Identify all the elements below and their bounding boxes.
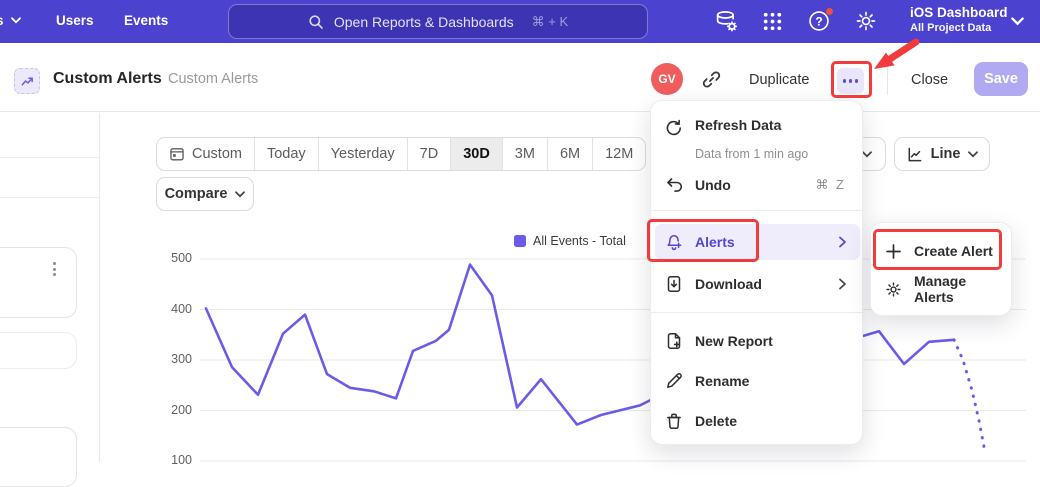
header-divider [887,63,888,95]
help-icon[interactable]: ? [807,9,832,34]
compare-button[interactable]: Compare [156,177,254,211]
undo-shortcut: ⌘ Z [815,177,846,193]
new-report-icon [665,332,683,350]
date-range-label: Custom [192,146,242,162]
report-header: Custom Alerts Custom Alerts GV Duplicate… [0,43,1040,112]
svg-text:?: ? [815,14,822,28]
report-icon [14,68,40,94]
calendar-icon [169,146,185,162]
alerts-submenu: Create Alert Manage Alerts [870,222,1012,316]
refresh-subtitle: Data from 1 min ago [695,147,808,161]
top-navigation-bar: s Users Events Open Reports & Dashboards… [0,0,1040,43]
y-axis-tick: 500 [150,251,192,265]
search-shortcut: ⌘ + K [532,14,569,30]
compare-label: Compare [165,186,228,202]
legend-swatch [514,235,526,247]
nav-item-clipped[interactable]: s [0,13,21,28]
date-range-control: Custom Today Yesterday 7D 30D 3M 6M 12M [156,137,646,171]
date-range-30d-selected[interactable]: 30D [451,138,503,170]
breadcrumb: Custom Alerts [168,71,258,87]
search-placeholder: Open Reports & Dashboards [334,14,514,30]
y-axis-tick: 400 [150,302,192,316]
more-options-button[interactable] [837,68,864,94]
refresh-icon [665,119,683,137]
undo-icon [665,176,683,194]
notification-dot [825,7,834,16]
menu-item-new-report[interactable]: New Report [655,323,860,359]
menu-item-download[interactable]: Download [655,266,860,302]
y-axis-tick: 300 [150,352,192,366]
chevron-right-icon [838,236,847,248]
date-range-yesterday[interactable]: Yesterday [319,138,408,170]
chevron-down-icon [1011,17,1024,26]
apps-grid-icon[interactable] [761,10,786,35]
panel-card[interactable] [0,427,77,487]
panel-card[interactable] [0,332,77,369]
y-axis-tick: 200 [150,403,192,417]
data-management-icon[interactable] [714,9,739,34]
menu-divider [651,210,864,211]
kebab-menu-icon[interactable] [53,262,56,276]
menu-item-rename[interactable]: Rename [655,363,860,399]
date-range-3m[interactable]: 3M [503,138,548,170]
date-range-today[interactable]: Today [255,138,319,170]
nav-item-events[interactable]: Events [124,13,168,28]
gear-icon [885,281,902,298]
avatar[interactable]: GV [651,63,683,95]
panel-divider [99,113,100,462]
menu-divider [651,312,864,313]
left-panel [0,113,99,462]
plus-icon [885,243,902,260]
menu-item-refresh-data[interactable]: Refresh Data Data from 1 min ago [655,111,860,159]
panel-row-divider [0,157,99,158]
bell-plus-icon [665,233,683,251]
date-range-custom[interactable]: Custom [157,138,255,170]
download-icon [665,275,683,293]
nav-item-users[interactable]: Users [56,13,94,28]
project-name: iOS Dashboard [910,4,1026,22]
save-button[interactable]: Save [974,62,1028,96]
custom-alerts-screen: { "colors": { "nav_bg": "#4b42cf", "acce… [0,0,1040,462]
copy-link-icon[interactable] [701,69,722,90]
chevron-down-icon [235,191,245,198]
project-switcher[interactable]: iOS Dashboard All Project Data [910,4,1026,35]
date-range-7d[interactable]: 7D [408,138,452,170]
menu-item-alerts[interactable]: Alerts [655,224,860,260]
chevron-down-icon [968,151,978,158]
duplicate-button[interactable]: Duplicate [749,72,809,88]
panel-card[interactable] [0,247,77,318]
date-range-12m[interactable]: 12M [593,138,645,170]
date-range-6m[interactable]: 6M [548,138,593,170]
legend-label: All Events - Total [533,234,626,248]
panel-row-divider [0,197,99,198]
close-button[interactable]: Close [911,72,948,88]
settings-gear-icon[interactable] [854,9,879,34]
submenu-item-create-alert[interactable]: Create Alert [876,233,1008,269]
menu-item-delete[interactable]: Delete [655,403,860,439]
chart-legend[interactable]: All Events - Total [514,234,626,248]
menu-item-undo[interactable]: Undo ⌘ Z [655,167,860,203]
submenu-item-manage-alerts[interactable]: Manage Alerts [876,271,1008,307]
trash-icon [665,412,683,430]
chevron-down-icon [11,17,21,24]
page-title: Custom Alerts [53,70,162,88]
pencil-icon [665,372,683,390]
y-axis-tick: 100 [150,453,192,467]
more-options-menu: Refresh Data Data from 1 min ago Undo ⌘ … [650,100,863,445]
search-icon [308,14,324,30]
chevron-down-icon [862,151,872,158]
chart-line-dotted [954,340,984,447]
search-input[interactable]: Open Reports & Dashboards ⌘ + K [228,4,648,39]
chart-type-label: Line [931,146,961,162]
project-scope: All Project Data [910,22,1026,35]
line-chart-icon [906,146,923,163]
chevron-right-icon [838,278,847,290]
chart-type-button[interactable]: Line [894,137,990,171]
